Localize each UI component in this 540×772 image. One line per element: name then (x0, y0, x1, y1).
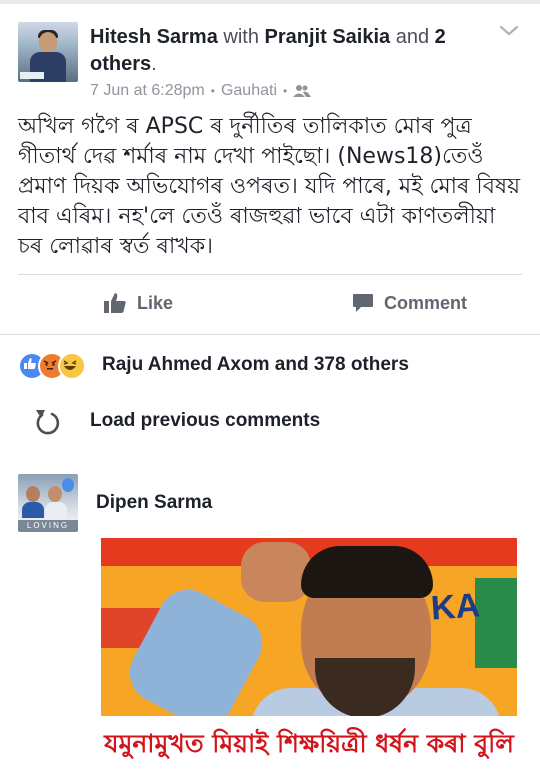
divider (18, 274, 522, 275)
image-background-text: KA (429, 586, 482, 628)
tagged-user-link[interactable]: Pranjit Saikia (265, 26, 391, 48)
image-hair (301, 546, 433, 598)
post-meta: 7 Jun at 6:28pm • Gauhati • (90, 82, 312, 100)
meta-separator: • (210, 84, 215, 98)
avatar-person (26, 486, 40, 502)
post-location[interactable]: Gauhati (221, 82, 277, 100)
comment-image[interactable]: KA যমুনামুখত মিয়াই শিক্ষয়িত্ৰী ধৰ্ষন ক… (101, 538, 517, 768)
divider (0, 334, 540, 335)
author-name-link[interactable]: Hitesh Sarma (90, 26, 218, 48)
avatar-clothes (22, 502, 44, 518)
avatar-tag (20, 72, 44, 79)
period-text: . (151, 53, 157, 75)
like-label: Like (137, 292, 174, 313)
load-previous-comments-link[interactable]: Load previous comments (90, 410, 320, 432)
comment-button[interactable]: Comment (352, 292, 467, 314)
meta-separator: • (283, 84, 288, 98)
chevron-down-icon[interactable] (497, 22, 521, 40)
haha-reaction-icon (58, 352, 86, 380)
friends-icon[interactable] (293, 84, 312, 98)
with-text: with (223, 26, 259, 48)
post-timestamp[interactable]: 7 Jun at 6:28pm (90, 82, 205, 100)
commenter-avatar[interactable]: LOVING (18, 474, 78, 532)
image-caption: যমুনামুখত মিয়াই শিক্ষয়িত্ৰী ধৰ্ষন কৰা … (104, 729, 514, 758)
avatar-balloon (62, 478, 74, 492)
refresh-icon[interactable] (32, 406, 60, 436)
avatar-person (48, 486, 62, 502)
speech-bubble-icon (353, 294, 373, 312)
avatar-clothes (45, 502, 67, 518)
avatar-caption: LOVING (18, 520, 78, 532)
and-text: and (395, 26, 430, 48)
image-fist (241, 542, 311, 602)
comment-author-link[interactable]: Dipen Sarma (96, 492, 212, 514)
comment-label: Comment (384, 292, 468, 313)
reaction-icons[interactable] (18, 352, 94, 380)
image-arm (119, 579, 273, 737)
avatar-face (39, 32, 57, 52)
author-avatar[interactable] (18, 22, 78, 82)
thumbs-up-icon (104, 293, 126, 313)
post-body-text: অখিল গগৈ ৰ APSC ৰ দুৰ্নীতিৰ তালিকাত মোৰ … (18, 114, 521, 259)
top-separator (0, 0, 540, 4)
post-author-line: Hitesh Sarma with Pranjit Saikia and 2 o… (90, 24, 480, 78)
like-button[interactable]: Like (103, 292, 173, 314)
reaction-summary-link[interactable]: Raju Ahmed Axom and 378 others (102, 354, 409, 376)
